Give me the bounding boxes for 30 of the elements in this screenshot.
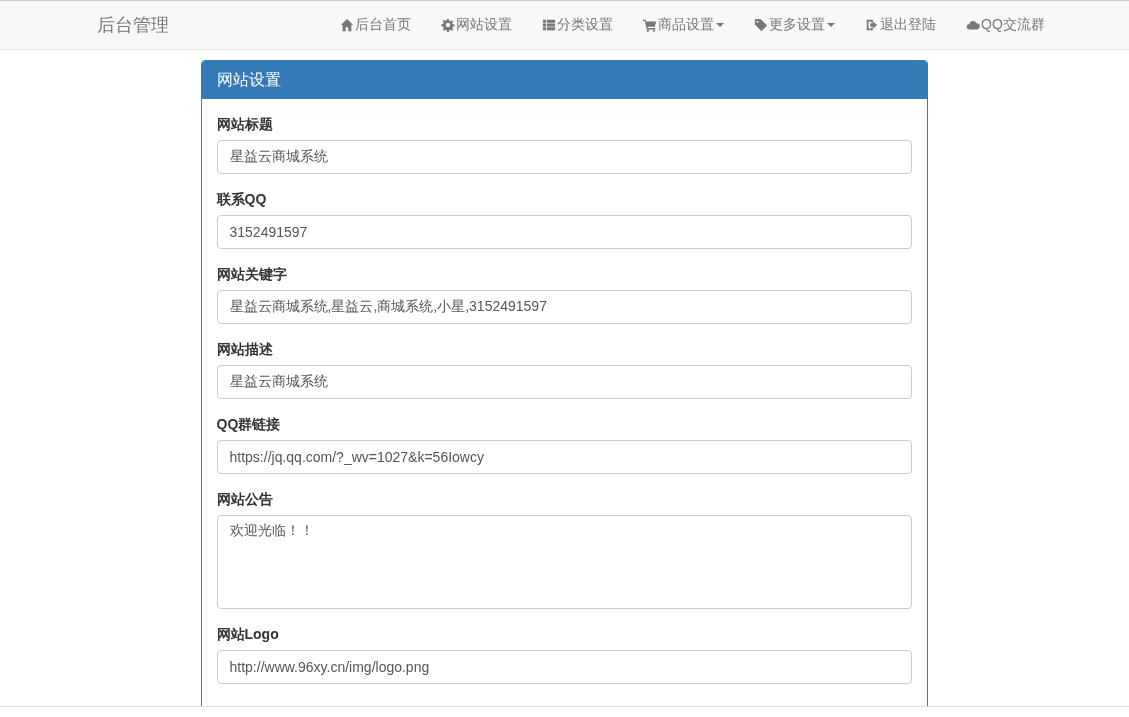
input-field[interactable]: http://www.96xy.cn/img/logo.png bbox=[216, 650, 912, 684]
list-icon bbox=[542, 18, 556, 32]
field-label: 网站关键字 bbox=[216, 265, 288, 284]
input-field[interactable]: 星益云商城系统,星益云,商城系统,小星,3152491597 bbox=[216, 290, 912, 324]
field-label: 网站标题 bbox=[216, 115, 274, 134]
field-label: QQ群链接 bbox=[216, 415, 282, 434]
input-field[interactable]: 星益云商城系统 bbox=[216, 140, 912, 174]
field-label: 联系QQ bbox=[216, 190, 268, 209]
text-area[interactable]: 欢迎光临！！ bbox=[216, 515, 912, 609]
tag-icon bbox=[754, 18, 768, 32]
nav-link[interactable]: 更多设置 bbox=[739, 16, 850, 34]
nav-link[interactable]: 退出登陆 bbox=[850, 16, 951, 34]
field-label: 网站描述 bbox=[216, 340, 274, 359]
panel-title: 网站设置 bbox=[216, 69, 281, 90]
cart-icon bbox=[643, 18, 657, 32]
nav-link[interactable]: 商品设置 bbox=[628, 16, 739, 34]
nav-link[interactable]: 分类设置 bbox=[527, 16, 628, 34]
home-icon bbox=[340, 18, 354, 32]
nav-link[interactable]: 网站设置 bbox=[426, 16, 527, 34]
logout-icon bbox=[865, 18, 879, 32]
gear-icon bbox=[441, 18, 455, 32]
nav-link[interactable]: QQ交流群 bbox=[951, 16, 1060, 34]
field-label: 网站公告 bbox=[216, 490, 274, 509]
field-label: 网站Logo bbox=[216, 625, 280, 644]
cloud-icon bbox=[966, 18, 980, 32]
input-field[interactable]: 3152491597 bbox=[216, 215, 912, 249]
brand-title[interactable]: 后台管理 bbox=[97, 13, 340, 37]
input-field[interactable]: https://jq.qq.com/?_wv=1027&k=56Iowcy bbox=[216, 440, 912, 474]
input-field[interactable]: 星益云商城系统 bbox=[216, 365, 912, 399]
nav-link[interactable]: 后台首页 bbox=[340, 16, 426, 34]
